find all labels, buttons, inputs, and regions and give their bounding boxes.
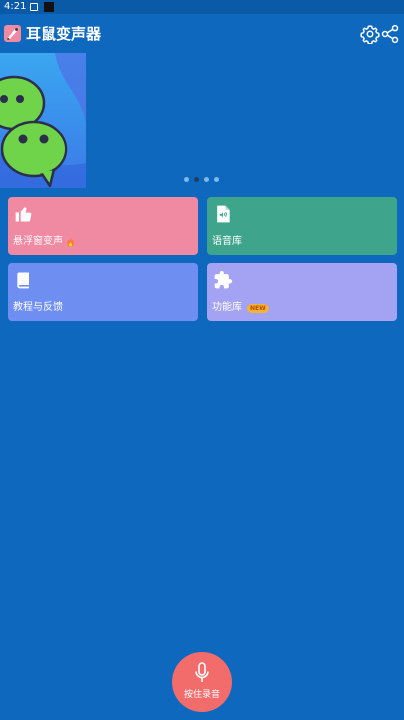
puzzle-icon [214, 270, 233, 289]
share-button[interactable] [380, 24, 400, 44]
share-icon [381, 24, 399, 44]
status-time: 4:21 [4, 1, 27, 12]
record-label: 按住录音 [183, 690, 220, 700]
new-badge: NEW [247, 304, 269, 313]
carousel-dot [204, 177, 209, 182]
card-label: 语音库 [212, 236, 242, 247]
carousel-dot-active [194, 177, 199, 182]
notification-icon [30, 3, 38, 11]
hold-to-record-button[interactable]: 按住录音 [172, 652, 232, 712]
feature-library-card[interactable]: 功能库 NEW [207, 263, 397, 321]
card-label: 悬浮窗变声 [13, 236, 63, 247]
app-title: 耳鼠变声器 [26, 25, 102, 43]
tutorial-feedback-card[interactable]: 教程与反馈 [8, 263, 198, 321]
app-logo-icon [4, 25, 21, 42]
card-label: 功能库 [212, 302, 242, 313]
microphone-icon [195, 662, 209, 682]
card-label: 教程与反馈 [13, 302, 63, 313]
gear-icon [360, 25, 380, 45]
settings-button[interactable] [360, 24, 380, 45]
audio-file-icon [217, 205, 230, 223]
book-icon [17, 272, 29, 289]
voice-library-card[interactable]: 语音库 [207, 197, 397, 255]
fire-icon [67, 237, 74, 247]
status-bar: 4:21 [0, 0, 404, 14]
app-notification-icon [44, 2, 54, 12]
thumbs-up-icon [15, 207, 32, 222]
banner-carousel[interactable] [0, 53, 86, 188]
floating-window-voice-card[interactable]: 悬浮窗变声 [8, 197, 198, 255]
carousel-dot [184, 177, 189, 182]
carousel-indicator [184, 176, 220, 184]
app-bar: 耳鼠变声器 [0, 20, 404, 50]
carousel-dot [214, 177, 219, 182]
